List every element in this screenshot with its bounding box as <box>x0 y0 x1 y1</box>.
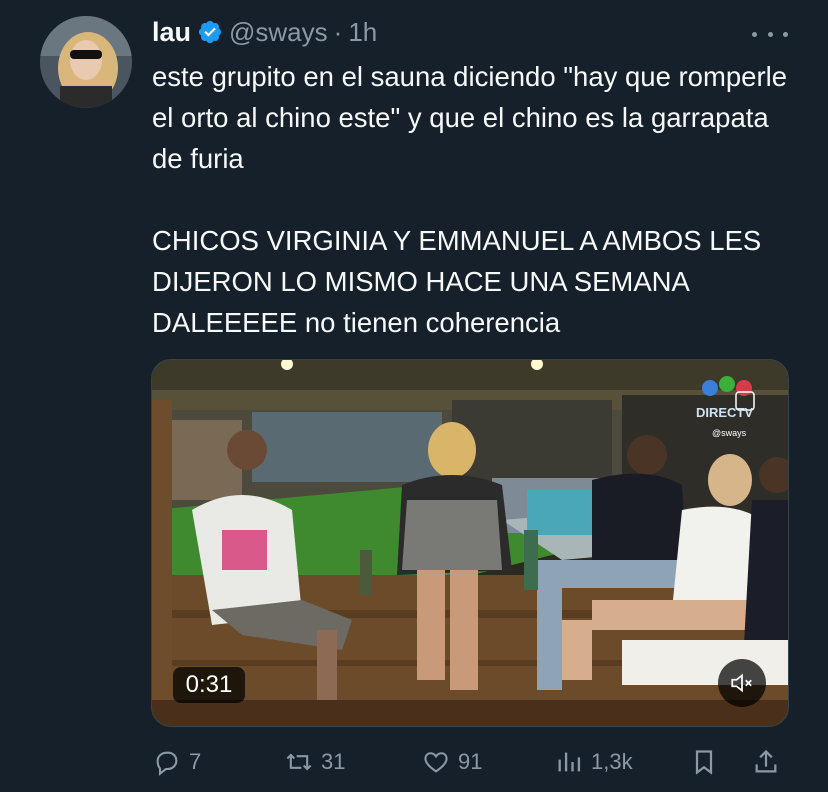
share-button[interactable] <box>752 744 780 780</box>
views-icon <box>558 752 581 772</box>
action-bar: 7 31 91 1,3k <box>0 744 828 780</box>
repost-count: 31 <box>321 749 346 774</box>
author-handle[interactable]: @sways <box>229 17 328 48</box>
reply-button[interactable]: 7 <box>153 744 201 780</box>
separator-dot: · <box>333 16 343 47</box>
repost-icon <box>286 753 312 771</box>
repost-button[interactable]: 31 <box>285 744 345 780</box>
channel-logo: DIRECTV <box>696 405 753 420</box>
video-player[interactable]: DIRECTV @sways <box>151 359 789 727</box>
views-count: 1,3k <box>591 749 633 774</box>
reply-icon <box>156 751 178 776</box>
heart-icon <box>424 752 448 773</box>
more-icon[interactable] <box>752 22 788 46</box>
avatar[interactable] <box>40 16 132 108</box>
views-button[interactable]: 1,3k <box>555 744 633 780</box>
bookmark-button[interactable] <box>690 744 718 780</box>
video-frame: DIRECTV @sways <box>152 360 788 726</box>
tweet-time[interactable]: 1h <box>348 17 377 48</box>
tweet-header: lau @sways · 1h <box>152 14 377 50</box>
video-watermark: @sways <box>712 428 747 438</box>
tweet-text: este grupito en el sauna diciendo "hay q… <box>152 61 788 338</box>
like-button[interactable]: 91 <box>422 744 482 780</box>
like-count: 91 <box>458 749 483 774</box>
verified-badge-icon <box>197 19 223 45</box>
mute-icon[interactable] <box>718 659 766 707</box>
video-duration: 0:31 <box>173 667 245 703</box>
avatar-image <box>40 16 132 108</box>
author-name[interactable]: lau <box>152 17 191 48</box>
bookmark-icon <box>695 750 713 775</box>
share-icon <box>755 749 777 773</box>
reply-count: 7 <box>189 749 202 774</box>
